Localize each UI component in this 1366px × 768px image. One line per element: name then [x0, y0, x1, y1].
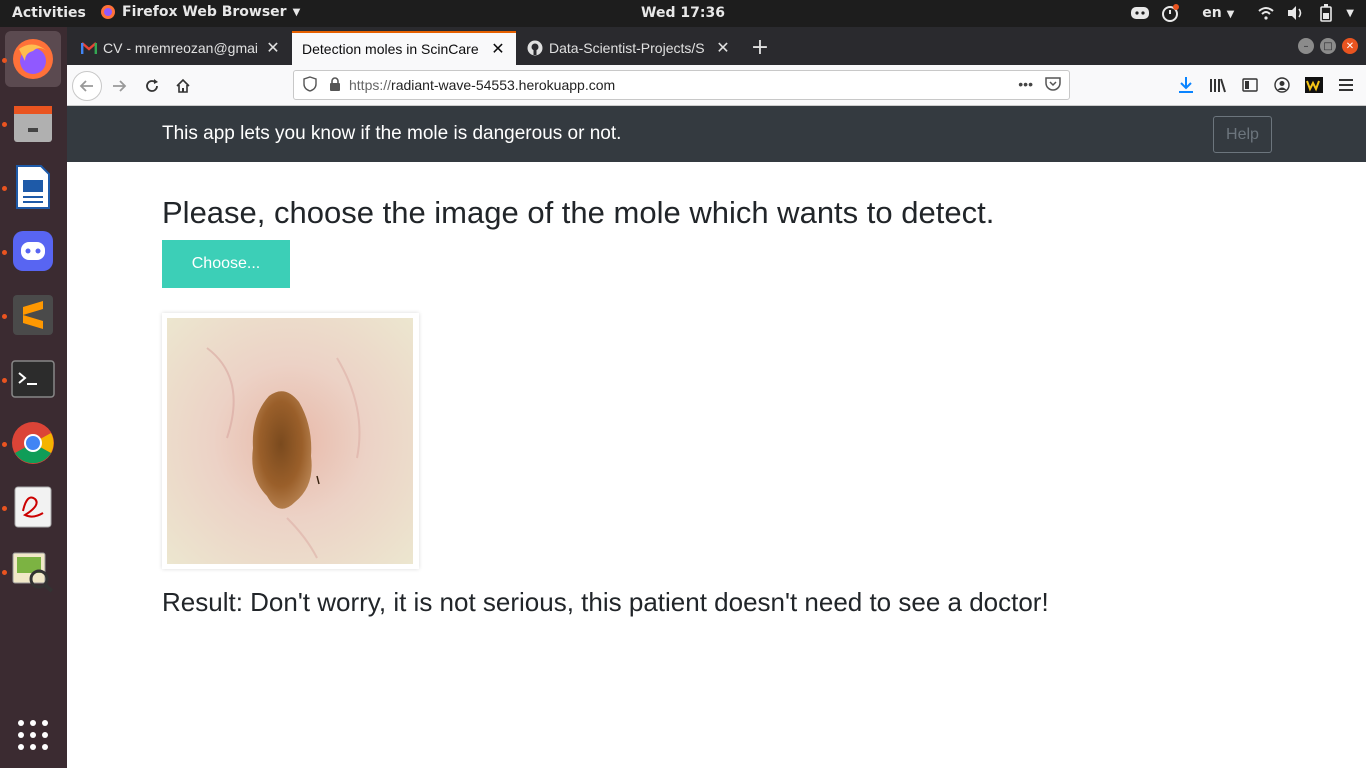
reload-button[interactable]: [137, 71, 167, 101]
mole-image-thumbnail: [162, 313, 419, 569]
show-applications-icon[interactable]: [16, 718, 50, 752]
dock: [0, 27, 67, 768]
discord-icon: [13, 231, 53, 271]
language-indicator[interactable]: en ▼: [1202, 5, 1234, 21]
firefox-small-icon: [101, 5, 115, 19]
page-header: This app lets you know if the mole is da…: [67, 106, 1366, 162]
close-tab-icon[interactable]: ✕: [490, 39, 506, 59]
terminal-icon: [11, 360, 55, 398]
forward-button[interactable]: [104, 71, 134, 101]
firefox-icon: [13, 39, 53, 79]
app-menu-label: Firefox Web Browser: [122, 4, 287, 20]
system-menu-chevron-icon[interactable]: ▼: [1346, 8, 1354, 19]
presentation-document-icon: [16, 165, 50, 209]
image-viewer-icon: [12, 552, 54, 593]
close-window-icon[interactable]: ✕: [1342, 38, 1358, 54]
dock-firefox[interactable]: [5, 31, 61, 87]
system-tray: en ▼ ▼: [1130, 3, 1354, 23]
chevron-down-icon: ▼: [292, 6, 301, 18]
tab-gmail[interactable]: CV - mremreozan@gmail ✕: [71, 31, 291, 65]
sidebar-icon[interactable]: [1240, 75, 1260, 95]
tracking-shield-icon[interactable]: [303, 75, 317, 95]
url-bar[interactable]: https://radiant-wave-54553.herokuapp.com…: [293, 70, 1070, 100]
file-cabinet-icon: [14, 106, 52, 142]
help-button[interactable]: Help: [1213, 116, 1272, 153]
page-actions-icon[interactable]: •••: [1018, 76, 1033, 94]
page-heading: Please, choose the image of the mole whi…: [162, 195, 995, 230]
alarm-clock-icon[interactable]: [1160, 3, 1180, 23]
account-icon[interactable]: [1272, 75, 1292, 95]
sublime-text-icon: [13, 295, 53, 335]
new-tab-icon[interactable]: +: [748, 35, 772, 60]
dock-files[interactable]: [5, 95, 61, 151]
window-controls: – □ ✕: [1298, 38, 1358, 54]
wifi-icon[interactable]: [1256, 3, 1276, 23]
document-viewer-icon: [14, 486, 52, 528]
battery-icon[interactable]: [1316, 3, 1336, 23]
gmail-icon: [81, 40, 97, 56]
dock-document-viewer[interactable]: [5, 479, 61, 535]
library-icon[interactable]: [1208, 75, 1228, 95]
mole-image: [167, 318, 413, 564]
downloads-icon[interactable]: [1176, 75, 1196, 95]
tab-detection-moles[interactable]: Detection moles in ScinCare ✕: [292, 31, 516, 65]
chevron-down-icon: ▼: [1226, 9, 1235, 20]
back-button[interactable]: [72, 71, 102, 101]
reload-icon: [146, 79, 158, 92]
toolbar-buttons: [1176, 75, 1366, 95]
arrow-left-icon: [79, 80, 93, 92]
dock-terminal[interactable]: [5, 351, 61, 407]
chrome-icon: [12, 422, 54, 464]
discord-tray-icon[interactable]: [1130, 3, 1150, 23]
dock-libreoffice-impress[interactable]: [5, 159, 61, 215]
arrow-right-icon: [113, 80, 127, 92]
extension-icon[interactable]: [1304, 75, 1324, 95]
volume-icon[interactable]: [1286, 3, 1306, 23]
app-menu[interactable]: Firefox Web Browser ▼: [100, 4, 300, 20]
url-text[interactable]: https://radiant-wave-54553.herokuapp.com: [349, 77, 615, 93]
tab-github[interactable]: Data-Scientist-Projects/S ✕: [517, 31, 741, 65]
home-button[interactable]: [168, 71, 198, 101]
choose-file-button[interactable]: Choose...: [162, 240, 290, 288]
navigation-toolbar: https://radiant-wave-54553.herokuapp.com…: [67, 65, 1366, 106]
system-top-bar: Activities Firefox Web Browser ▼ Wed 17:…: [0, 0, 1366, 27]
web-page: This app lets you know if the mole is da…: [67, 106, 1366, 768]
maximize-icon[interactable]: □: [1320, 38, 1336, 54]
minimize-icon[interactable]: –: [1298, 38, 1314, 54]
dock-sublime-text[interactable]: [5, 287, 61, 343]
hamburger-menu-icon[interactable]: [1336, 75, 1356, 95]
dock-chrome[interactable]: [5, 415, 61, 471]
result-text: Result: Don't worry, it is not serious, …: [162, 587, 1049, 617]
lock-icon[interactable]: [329, 76, 341, 94]
home-icon: [176, 78, 190, 93]
dock-discord[interactable]: [5, 223, 61, 279]
pocket-icon[interactable]: [1045, 76, 1061, 94]
close-tab-icon[interactable]: ✕: [715, 38, 731, 58]
clock[interactable]: Wed 17:36: [641, 5, 725, 21]
tab-strip: CV - mremreozan@gmail ✕ Detection moles …: [67, 27, 1366, 65]
activities-button[interactable]: Activities: [12, 5, 86, 21]
close-tab-icon[interactable]: ✕: [265, 38, 281, 58]
dock-image-viewer[interactable]: [5, 543, 61, 599]
github-icon: [527, 40, 543, 56]
app-tagline: This app lets you know if the mole is da…: [162, 123, 622, 144]
